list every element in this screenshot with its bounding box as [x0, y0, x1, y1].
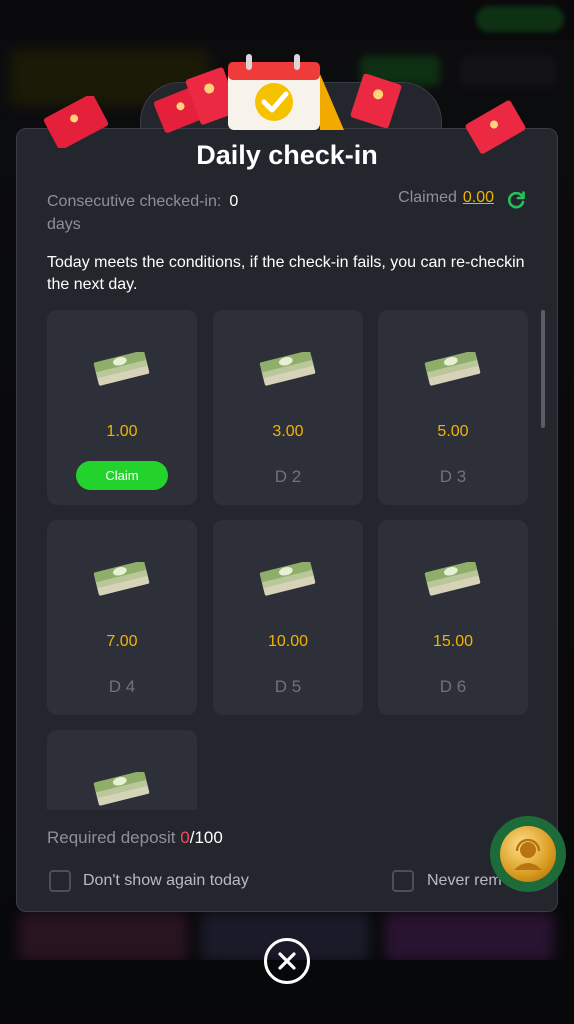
cash-stack-icon: [424, 562, 481, 596]
support-button[interactable]: [490, 816, 566, 892]
cash-stack-icon: [259, 562, 316, 596]
reward-day-label: D 5: [274, 677, 302, 696]
claim-button[interactable]: Claim: [76, 461, 168, 490]
close-icon: [278, 952, 296, 970]
rewards-scrollbar[interactable]: [541, 310, 545, 428]
never-remind-checkbox[interactable]: [392, 870, 414, 892]
reward-day-label: D 6: [439, 677, 467, 696]
reward-amount: 1.00: [106, 423, 138, 440]
cash-stack-icon: [93, 352, 150, 386]
cash-stack-icon: [93, 562, 150, 596]
reward-card-day-6: 15.00 D 6: [378, 520, 528, 715]
never-remind-label[interactable]: Never rem: [427, 872, 502, 890]
dont-show-today-checkbox[interactable]: [49, 870, 71, 892]
deposit-required: /100: [189, 828, 223, 847]
cash-stack-icon: [424, 352, 481, 386]
deposit-label: Required deposit: [47, 828, 181, 847]
cash-stack-icon: [93, 772, 150, 806]
reward-amount: 10.00: [267, 633, 309, 650]
reward-card-day-1: 1.00 Claim: [47, 310, 197, 505]
consecutive-label: Consecutive checked-in:: [47, 193, 222, 210]
reward-card-day-7: [47, 730, 197, 810]
reward-amount: 7.00: [106, 633, 138, 650]
checkin-notice: Today meets the conditions, if the check…: [47, 254, 525, 293]
dont-show-today-label[interactable]: Don't show again today: [83, 872, 249, 890]
calendar-check-icon: [228, 54, 344, 130]
red-envelope-icon: [350, 73, 402, 129]
reward-card-day-5: 10.00 D 5: [213, 520, 363, 715]
support-agent-icon: [500, 826, 556, 882]
modal-title: Daily check-in: [196, 140, 378, 170]
reward-amount: 5.00: [437, 423, 469, 440]
required-deposit: Required deposit 0/100: [47, 828, 223, 848]
consecutive-checkin-info: Consecutive checked-in: 0 days: [47, 190, 277, 236]
reward-amount: 15.00: [432, 633, 474, 650]
reward-day-label: D 2: [274, 467, 302, 486]
cash-stack-icon: [259, 352, 316, 386]
consecutive-count: 0: [229, 193, 239, 210]
refresh-icon[interactable]: [505, 189, 527, 211]
rewards-grid: 1.00 Claim 3.00 D 2 5.00 D 3 7.00 D 4 10…: [47, 310, 537, 810]
claimed-info: Claimed 0.00: [398, 189, 494, 207]
reward-amount: 3.00: [272, 423, 304, 440]
reward-day-label: D 4: [108, 677, 136, 696]
claimed-label: Claimed: [398, 189, 457, 206]
reward-card-day-4: 7.00 D 4: [47, 520, 197, 715]
reward-day-label: D 3: [439, 467, 467, 486]
claimed-amount[interactable]: 0.00: [463, 189, 494, 206]
reward-card-day-2: 3.00 D 2: [213, 310, 363, 505]
reward-card-day-3: 5.00 D 3: [378, 310, 528, 505]
close-button[interactable]: [264, 938, 310, 984]
deposit-current: 0: [180, 828, 190, 847]
consecutive-unit: days: [47, 216, 81, 233]
